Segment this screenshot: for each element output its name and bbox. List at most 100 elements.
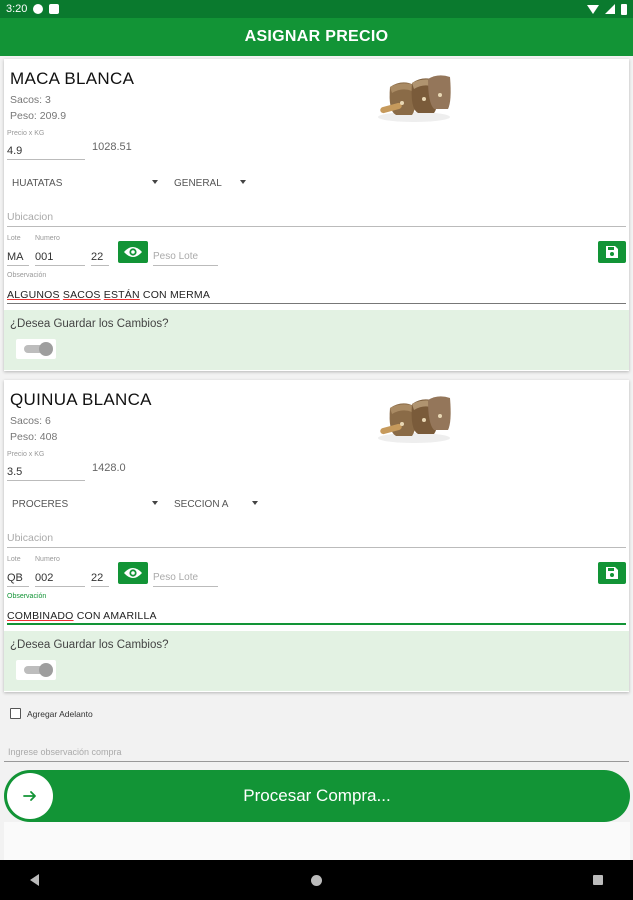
- confirm-save-section: ¿Desea Guardar los Cambios?: [4, 310, 629, 370]
- obs-word: ESTÁN: [103, 289, 140, 301]
- arrow-right-icon: [23, 791, 36, 801]
- observacion-label: Observación: [7, 272, 47, 279]
- extra-input[interactable]: 22: [91, 572, 103, 584]
- precio-input[interactable]: 3.5: [7, 466, 22, 478]
- switch-thumb: [39, 342, 53, 356]
- view-button[interactable]: [118, 562, 148, 584]
- app-bar: ASIGNAR PRECIO: [0, 18, 633, 56]
- obs-word: CON AMARILLA: [76, 610, 157, 622]
- confirm-save-switch[interactable]: [16, 660, 56, 680]
- product-card: QUINUA BLANCA Sacos: 6 Peso: 408 Precio …: [4, 380, 629, 692]
- precio-input[interactable]: 4.9: [7, 145, 22, 157]
- ubicacion-input[interactable]: Ubicacion: [7, 211, 53, 223]
- observacion-underline: [7, 623, 626, 625]
- caret-down-icon: [252, 501, 258, 505]
- sacos-count: Sacos: 6: [10, 415, 51, 427]
- almacen-selected: HUATATAS: [12, 177, 63, 189]
- lote-underline: [7, 265, 29, 266]
- ubicacion-underline: [7, 226, 626, 227]
- obs-word: CON MERMA: [142, 289, 211, 301]
- confirm-save-section: ¿Desea Guardar los Cambios?: [4, 631, 629, 691]
- sacos-count: Sacos: 3: [10, 94, 51, 106]
- recent-apps-icon[interactable]: [593, 875, 603, 885]
- caret-down-icon: [152, 501, 158, 505]
- procesar-compra-label: Procesar Compra...: [243, 786, 391, 805]
- extra-underline: [91, 265, 109, 266]
- status-time: 3:20: [6, 3, 28, 15]
- observacion-input[interactable]: COMBINADO CON AMARILLA: [7, 610, 157, 622]
- lote-input[interactable]: QB: [7, 572, 23, 584]
- observacion-compra-input[interactable]: Ingrese observación compra: [8, 747, 122, 757]
- observacion-underline: [7, 303, 626, 304]
- numero-underline: [35, 265, 85, 266]
- obs-word: COMBINADO: [7, 610, 74, 622]
- extra-underline: [91, 586, 109, 587]
- product-name: MACA BLANCA: [10, 69, 135, 88]
- back-icon[interactable]: [30, 874, 39, 886]
- precio-label: Precio x KG: [7, 130, 45, 137]
- home-icon[interactable]: [310, 874, 322, 886]
- wifi-icon: [587, 4, 599, 14]
- peso-lote-underline: [153, 265, 218, 266]
- numero-input[interactable]: 001: [35, 251, 53, 263]
- system-nav-bar: [0, 860, 633, 900]
- eye-icon: [124, 568, 142, 578]
- floppy-disk-icon: [606, 246, 618, 258]
- confirm-save-switch[interactable]: [16, 339, 56, 359]
- adelanto-label: Agregar Adelanto: [27, 708, 93, 719]
- page-title: ASIGNAR PRECIO: [244, 28, 389, 45]
- total-value: 1428.0: [92, 462, 126, 474]
- peso-value: Peso: 209.9: [10, 110, 67, 122]
- seccion-selected: SECCION A: [174, 498, 229, 510]
- lote-label: Lote: [7, 556, 21, 563]
- precio-label: Precio x KG: [7, 451, 45, 458]
- caret-down-icon: [240, 180, 246, 184]
- numero-label: Numero: [35, 235, 60, 242]
- obs-word: ALGUNOS: [7, 289, 60, 301]
- peso-lote-input[interactable]: Peso Lote: [153, 572, 198, 583]
- adelanto-checkbox[interactable]: [10, 708, 21, 719]
- obs-word: SACOS: [62, 289, 101, 301]
- storage-notification-icon: [49, 4, 60, 14]
- observacion-compra-underline: [4, 761, 629, 762]
- bottom-spacer: [4, 822, 630, 860]
- peso-lote-input[interactable]: Peso Lote: [153, 251, 198, 262]
- ubicacion-input[interactable]: Ubicacion: [7, 532, 53, 544]
- lote-underline: [7, 586, 29, 587]
- precio-underline: [7, 159, 85, 160]
- product-card: MACA BLANCA Sacos: 3 Peso: 209.9 Precio …: [4, 59, 629, 371]
- seccion-dropdown[interactable]: SECCION A: [174, 497, 262, 511]
- lote-input[interactable]: MA: [7, 251, 24, 263]
- save-button[interactable]: [598, 562, 626, 584]
- peso-value: Peso: 408: [10, 431, 58, 443]
- total-value: 1028.51: [92, 141, 132, 153]
- procesar-compra-button[interactable]: Procesar Compra...: [4, 770, 630, 822]
- product-name: QUINUA BLANCA: [10, 390, 152, 409]
- view-button[interactable]: [118, 241, 148, 263]
- save-button[interactable]: [598, 241, 626, 263]
- observacion-label: Observación: [7, 593, 47, 600]
- observacion-input[interactable]: ALGUNOS SACOS ESTÁN CON MERMA: [7, 289, 210, 301]
- product-image: [378, 75, 451, 122]
- numero-input[interactable]: 002: [35, 572, 53, 584]
- seccion-selected: GENERAL: [174, 177, 222, 189]
- precio-underline: [7, 480, 85, 481]
- numero-underline: [35, 586, 85, 587]
- confirm-save-text: ¿Desea Guardar los Cambios?: [10, 639, 169, 651]
- product-image: [378, 396, 451, 443]
- app-notification-icon: [33, 4, 44, 14]
- almacen-dropdown[interactable]: HUATATAS: [12, 176, 158, 190]
- almacen-dropdown[interactable]: PROCERES: [12, 497, 158, 511]
- ubicacion-underline: [7, 547, 626, 548]
- adelanto-row[interactable]: Agregar Adelanto: [10, 708, 93, 719]
- battery-icon: [621, 3, 627, 15]
- caret-down-icon: [152, 180, 158, 184]
- peso-lote-underline: [153, 586, 218, 587]
- switch-thumb: [39, 663, 53, 677]
- eye-icon: [124, 247, 142, 257]
- almacen-selected: PROCERES: [12, 498, 69, 510]
- arrow-circle: [7, 773, 53, 819]
- confirm-save-text: ¿Desea Guardar los Cambios?: [10, 318, 169, 330]
- seccion-dropdown[interactable]: GENERAL: [174, 176, 252, 190]
- extra-input[interactable]: 22: [91, 251, 103, 263]
